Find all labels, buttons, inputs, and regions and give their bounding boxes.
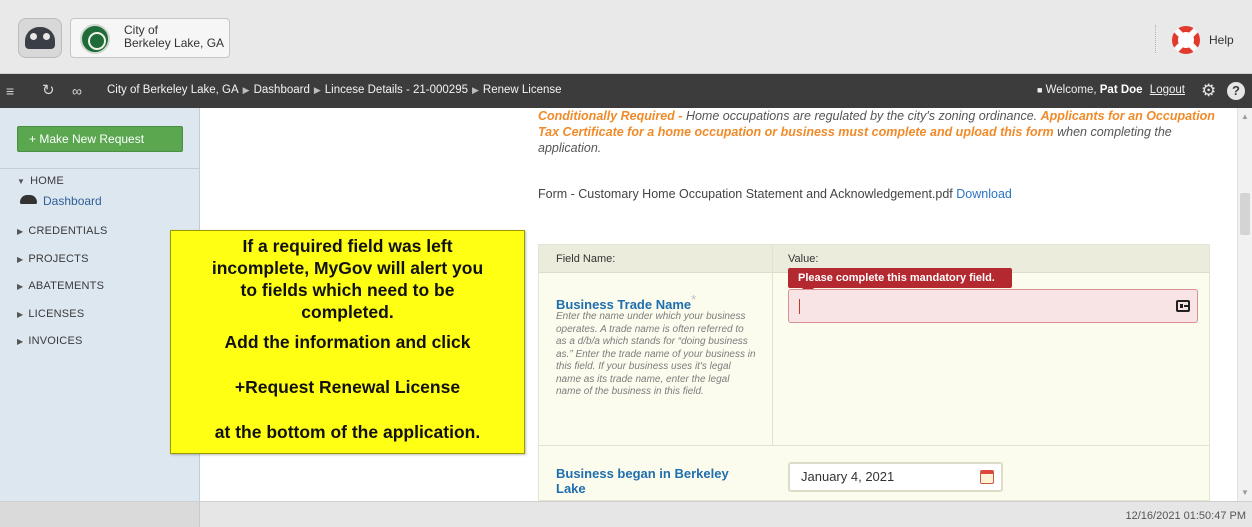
- breadcrumb-city[interactable]: City of Berkeley Lake, GA: [107, 84, 239, 96]
- dashboard-icon: [20, 195, 37, 204]
- sidebar-item-home[interactable]: ▼ HOME: [17, 175, 64, 187]
- gear-icon[interactable]: ⚙: [1201, 81, 1216, 101]
- nav-bar: ≡ ↻ ∞ City of Berkeley Lake, GA ▶ Dashboar…: [0, 74, 1252, 108]
- welcome-text: Welcome,: [1045, 84, 1097, 96]
- business-trade-name-label: Business Trade Name*: [556, 292, 697, 312]
- sidebar-item-dashboard[interactable]: Dashboard: [20, 194, 102, 208]
- lifebuoy-help-icon[interactable]: [1172, 26, 1200, 54]
- conditional-note: Conditionally Required - Home occupation…: [538, 109, 1215, 155]
- callout-line: completed.: [301, 302, 394, 322]
- help-link[interactable]: Help: [1209, 33, 1234, 47]
- field-name-header: Field Name:: [556, 253, 616, 265]
- breadcrumb: City of Berkeley Lake, GA ▶ Dashboard ▶ Linc…: [107, 84, 562, 96]
- mandatory-field-tooltip: Please complete this mandatory field.: [788, 268, 1012, 294]
- footer-bar: 12/16/2021 01:50:47 PM: [0, 501, 1252, 527]
- form-download-line: Form - Customary Home Occupation Stateme…: [538, 187, 1012, 201]
- scroll-thumb[interactable]: [1240, 193, 1250, 235]
- download-link[interactable]: Download: [956, 187, 1012, 201]
- scroll-up-icon[interactable]: ▲: [1241, 112, 1249, 121]
- callout-line: If a required field was left: [242, 236, 453, 256]
- form-name: Form - Customary Home Occupation Stateme…: [538, 187, 953, 201]
- make-new-request-button[interactable]: + Make New Request: [17, 126, 183, 152]
- sidebar-item-invoices[interactable]: ▶ INVOICES: [17, 335, 83, 347]
- instruction-callout: If a required field was left incomplete,…: [170, 230, 525, 454]
- caret-right-icon: ▶: [17, 310, 24, 319]
- value-header: Value:: [788, 253, 819, 265]
- sidebar-item-credentials[interactable]: ▶ CREDENTIALS: [17, 225, 108, 237]
- sidebar-item-projects[interactable]: ▶ PROJECTS: [17, 253, 89, 265]
- callout-line: incomplete, MyGov will alert you: [211, 258, 484, 278]
- vertical-scrollbar[interactable]: ▲ ▼: [1237, 108, 1252, 501]
- help-divider: [1155, 25, 1156, 53]
- callout-line: to fields which need to be: [240, 280, 455, 300]
- refresh-icon[interactable]: ↻: [42, 83, 55, 99]
- field-table: Field Name: Value: Business Trade Name* …: [538, 244, 1210, 501]
- scroll-down-icon[interactable]: ▼: [1241, 488, 1249, 497]
- callout-line: +Request Renewal License: [234, 377, 461, 397]
- user-name: Pat Doe: [1099, 84, 1143, 96]
- breadcrumb-dashboard[interactable]: Dashboard: [254, 84, 310, 96]
- callout-line: Add the information and click: [224, 332, 471, 352]
- business-trade-name-help: Enter the name under which your business…: [556, 311, 756, 397]
- breadcrumb-renew-license: Renew License: [482, 84, 562, 96]
- required-star: *: [691, 292, 697, 307]
- mygov-app-icon[interactable]: [18, 18, 62, 58]
- caret-right-icon: ▶: [17, 282, 24, 291]
- callout-line: at the bottom of the application.: [214, 422, 481, 442]
- user-icon: ■: [1037, 85, 1043, 95]
- id-card-icon[interactable]: [1176, 300, 1190, 312]
- business-trade-name-input[interactable]: [788, 289, 1198, 323]
- breadcrumb-license-details[interactable]: Lincese Details - 21-000295: [325, 84, 468, 96]
- calendar-icon[interactable]: [980, 470, 994, 484]
- sidebar-item-abatements[interactable]: ▶ ABATEMENTS: [17, 280, 104, 292]
- menu-icon[interactable]: ≡: [6, 83, 14, 99]
- logout-link[interactable]: Logout: [1150, 84, 1185, 96]
- question-help-icon[interactable]: ?: [1227, 82, 1245, 100]
- text-cursor: [799, 299, 800, 314]
- business-began-date-input[interactable]: January 4, 2021: [788, 462, 1003, 492]
- city-name: City of Berkeley Lake, GA: [124, 23, 225, 50]
- city-tab[interactable]: City of Berkeley Lake, GA: [70, 18, 230, 58]
- top-header: City of Berkeley Lake, GA Help: [0, 0, 1252, 74]
- caret-right-icon: ▶: [17, 337, 24, 346]
- link-icon[interactable]: ∞: [72, 83, 82, 99]
- caret-right-icon: ▶: [17, 227, 24, 236]
- caret-right-icon: ▶: [17, 255, 24, 264]
- city-seal-icon: [80, 24, 110, 54]
- business-began-label: Business began in Berkeley Lake: [556, 466, 729, 496]
- sidebar-item-licenses[interactable]: ▶ LICENSES: [17, 308, 84, 320]
- welcome-area: ■ Welcome, Pat Doe Logout: [1037, 84, 1185, 96]
- caret-down-icon: ▼: [17, 177, 26, 186]
- timestamp: 12/16/2021 01:50:47 PM: [1125, 510, 1246, 522]
